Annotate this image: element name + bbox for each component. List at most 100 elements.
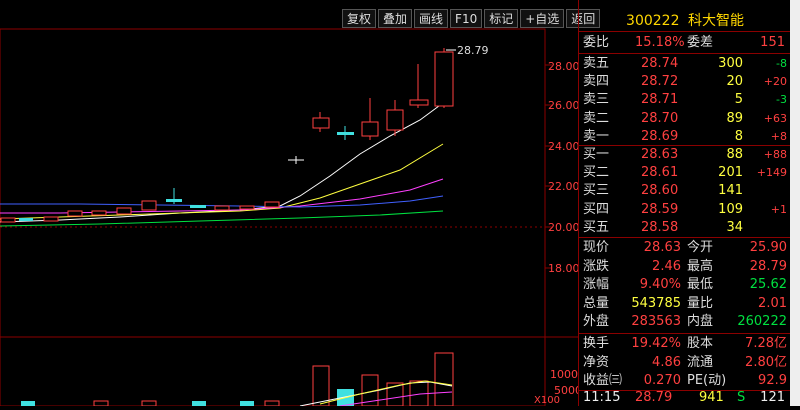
stat-label: 外盘	[583, 314, 610, 330]
weibi-label: 委比	[583, 35, 610, 50]
candle	[386, 109, 404, 131]
stock-name: 科大智能	[687, 13, 744, 29]
overlay-button[interactable]: 叠加	[378, 9, 413, 28]
quote-row: 现价 28.63 今开 25.90	[579, 239, 791, 257]
candle	[337, 132, 354, 135]
ask-row: 卖三 28.71 5 -3	[579, 91, 791, 109]
stat-value: 283563	[631, 314, 681, 330]
level-change: -8	[776, 57, 787, 70]
level-volume: 89	[726, 110, 743, 126]
add-watchlist-button[interactable]: +自选	[520, 9, 565, 28]
candle	[312, 117, 330, 129]
candle	[434, 51, 454, 107]
stat-label: 流通	[687, 354, 714, 370]
stock-header: 300222 科大智能	[579, 10, 791, 30]
level-volume: 20	[726, 74, 743, 90]
stat-label: PE(动)	[687, 373, 727, 389]
volume-bar	[240, 401, 254, 406]
level-volume: 109	[718, 201, 743, 217]
candle	[409, 99, 429, 106]
fuquan-button[interactable]: 复权	[342, 9, 377, 28]
weibi-row: 委比 15.18% 委差 151	[579, 34, 791, 52]
stat-value: 92.9	[758, 373, 787, 389]
stat-value: 2.46	[652, 258, 681, 274]
tick-row: 11:15 28.79 941 S 121	[579, 389, 791, 407]
bid-row: 买五 28.58 34	[579, 219, 791, 237]
level-price: 28.63	[641, 147, 679, 162]
stat-value: 0.270	[643, 373, 681, 389]
level-label: 买五	[583, 219, 610, 235]
side-toolbar-strip[interactable]	[790, 0, 800, 406]
volume-bar	[312, 365, 330, 407]
divider	[579, 53, 791, 54]
stat-label: 涨跌	[583, 258, 610, 274]
stock-code: 300222	[626, 13, 680, 29]
level-change: -3	[776, 93, 787, 107]
tick-price: 28.79	[635, 390, 673, 405]
stat-label: 涨幅	[583, 277, 610, 293]
level-volume: 5	[734, 92, 743, 108]
level-label: 卖四	[583, 74, 610, 90]
quote-row: 外盘 283563 内盘 260222	[579, 313, 791, 331]
bid-row: 买二 28.61 201 +149	[579, 164, 791, 182]
stat-value: 260222	[737, 314, 787, 330]
level-price: 28.69	[641, 128, 679, 144]
ask-row: 卖一 28.69 8 +8	[579, 128, 791, 146]
divider	[579, 31, 791, 32]
level-volume: 34	[726, 219, 743, 235]
level-change: +88	[763, 148, 787, 161]
candlesticks: 28.79	[0, 44, 489, 223]
volume-bar	[93, 400, 109, 407]
level-volume: 141	[718, 183, 743, 199]
level-volume: 8	[734, 128, 743, 144]
divider	[579, 237, 791, 238]
level-change: +1	[770, 202, 787, 216]
level-price: 28.71	[641, 92, 679, 108]
level-label: 买一	[583, 147, 610, 162]
stat-value: 25.90	[749, 240, 787, 255]
stat-label: 收益㈢	[583, 373, 623, 389]
volume-axis: 10000 5000 X100	[534, 368, 585, 406]
fund-row: 收益㈢ 0.270 PE(动) 92.9	[579, 372, 791, 390]
stat-label: 内盘	[687, 314, 714, 330]
fund-row: 净资 4.86 流通 2.80亿	[579, 354, 791, 372]
level-label: 卖二	[583, 110, 610, 126]
volume-unit-label: X100	[534, 395, 560, 406]
level-change: +8	[770, 129, 787, 143]
stat-label: 净资	[583, 354, 610, 370]
price-axis: 28.00 26.00 24.00 22.00 20.00 18.00	[545, 60, 580, 275]
level-change: +149	[756, 166, 787, 180]
ask-row: 卖五 28.74 300 -8	[579, 55, 791, 73]
stat-label: 最低	[687, 277, 714, 293]
level-change: +20	[763, 75, 787, 89]
price-tick-label: 24.00	[548, 140, 578, 153]
level-volume: 201	[718, 165, 743, 181]
weicha-value: 151	[760, 35, 785, 50]
bid-row: 买三 28.60 141	[579, 182, 791, 200]
candle	[91, 210, 107, 216]
mark-button[interactable]: 标记	[484, 9, 519, 28]
volume-bar	[192, 401, 206, 406]
candle	[361, 121, 379, 137]
kline-chart-area[interactable]: 28.00 26.00 24.00 22.00 20.00 18.00 1000…	[0, 0, 601, 407]
candle	[43, 216, 59, 222]
ask-row: 卖二 28.70 89 +63	[579, 110, 791, 128]
candle	[141, 200, 157, 211]
level-change: +63	[763, 111, 787, 125]
level-price: 28.61	[641, 165, 679, 181]
stat-value: 4.86	[652, 354, 681, 370]
level-label: 卖一	[583, 128, 610, 144]
f10-button[interactable]: F10	[450, 9, 483, 28]
volume-bar	[264, 400, 280, 407]
chart-frame	[0, 28, 546, 407]
level-price: 28.59	[641, 201, 679, 217]
candle	[166, 199, 182, 202]
kline-chart[interactable]: 28.00 26.00 24.00 22.00 20.00 18.00 1000…	[0, 0, 585, 407]
level-price: 28.74	[641, 56, 679, 71]
tick-time: 11:15	[583, 390, 621, 405]
level-label: 买三	[583, 183, 610, 199]
level-price: 28.72	[641, 74, 679, 90]
quote-panel: 300222 科大智能 委比 15.18% 委差 151 卖五 28.74 300 -…	[578, 0, 791, 406]
candle	[264, 201, 280, 208]
draw-line-button[interactable]: 画线	[414, 9, 449, 28]
